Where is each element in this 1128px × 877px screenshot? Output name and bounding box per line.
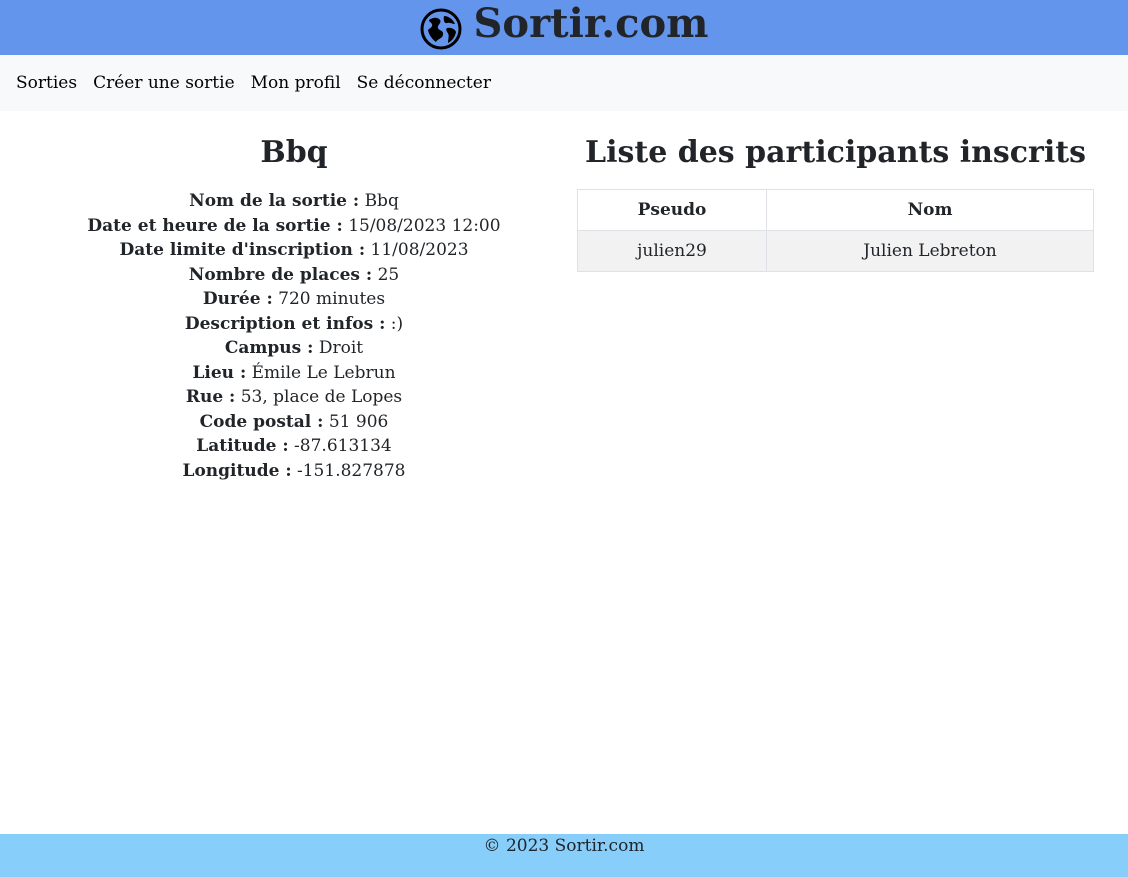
detail-value: -87.613134 bbox=[294, 436, 392, 456]
detail-value: :) bbox=[390, 313, 404, 334]
participants-table: Pseudo Nom julien29 Julien Lebreton bbox=[577, 189, 1094, 272]
detail-campus: Campus : Droit bbox=[24, 336, 564, 361]
detail-description: Description et infos : :) bbox=[24, 312, 564, 337]
footer-copyright: © 2023 Sortir.com bbox=[483, 836, 645, 856]
detail-label: Latitude : bbox=[196, 436, 289, 456]
detail-place: Lieu : Émile Le Lebrun bbox=[24, 361, 564, 386]
detail-postal-code: Code postal : 51 906 bbox=[24, 410, 564, 435]
detail-places-count: Nombre de places : 25 bbox=[24, 263, 564, 288]
detail-value: 51 906 bbox=[328, 411, 389, 432]
detail-value: 11/08/2023 bbox=[370, 240, 469, 260]
nav-sorties-link[interactable]: Sorties bbox=[8, 73, 85, 93]
detail-registration-deadline: Date limite d'inscription : 11/08/2023 bbox=[24, 238, 564, 263]
detail-longitude: Longitude : -151.827878 bbox=[24, 459, 564, 484]
detail-label: Campus : bbox=[224, 338, 314, 358]
brand-title: Sortir.com bbox=[473, 0, 709, 47]
detail-outing-name: Nom de la sortie : Bbq bbox=[24, 189, 564, 214]
detail-outing-datetime: Date et heure de la sortie : 15/08/2023 … bbox=[24, 214, 564, 239]
site-header: Sortir.com bbox=[0, 0, 1128, 55]
table-row: julien29 Julien Lebreton bbox=[577, 230, 1094, 272]
detail-value: 720 minutes bbox=[278, 289, 386, 309]
main-nav: Sorties Créer une sortie Mon profil Se d… bbox=[0, 55, 1128, 111]
detail-label: Longitude : bbox=[182, 460, 292, 481]
table-header-row: Pseudo Nom bbox=[577, 189, 1094, 231]
outing-details: Bbq Nom de la sortie : Bbq Date et heure… bbox=[24, 130, 564, 483]
nav-create-outing-link[interactable]: Créer une sortie bbox=[85, 73, 243, 93]
detail-value: Émile Le Lebrun bbox=[251, 362, 396, 383]
brand[interactable]: Sortir.com bbox=[420, 0, 709, 50]
detail-street: Rue : 53, place de Lopes bbox=[24, 385, 564, 410]
detail-value: 53, place de Lopes bbox=[240, 387, 403, 407]
detail-latitude: Latitude : -87.613134 bbox=[24, 434, 564, 459]
detail-value: 25 bbox=[377, 264, 400, 285]
detail-value: Bbq bbox=[364, 191, 399, 211]
detail-value: 15/08/2023 12:00 bbox=[348, 215, 501, 236]
detail-duration: Durée : 720 minutes bbox=[24, 287, 564, 312]
outing-title: Bbq bbox=[260, 135, 328, 170]
column-header-pseudo: Pseudo bbox=[577, 189, 767, 231]
detail-label: Date et heure de la sortie : bbox=[87, 215, 343, 236]
detail-label: Description et infos : bbox=[184, 313, 386, 334]
nav-my-profile-link[interactable]: Mon profil bbox=[243, 73, 349, 93]
detail-label: Rue : bbox=[185, 387, 236, 407]
detail-label: Nom de la sortie : bbox=[189, 191, 360, 211]
participant-pseudo-cell: julien29 bbox=[577, 230, 767, 272]
participant-name-cell: Julien Lebreton bbox=[766, 230, 1094, 272]
globe-icon bbox=[420, 8, 461, 49]
detail-label: Durée : bbox=[202, 289, 273, 309]
nav-logout-link[interactable]: Se déconnecter bbox=[349, 73, 499, 93]
participants-title: Liste des participants inscrits bbox=[584, 135, 1087, 170]
detail-label: Nombre de places : bbox=[188, 264, 373, 285]
detail-value: Droit bbox=[318, 338, 364, 358]
detail-value: -151.827878 bbox=[297, 460, 406, 481]
detail-label: Date limite d'inscription : bbox=[119, 240, 366, 260]
detail-label: Lieu : bbox=[192, 362, 247, 383]
detail-label: Code postal : bbox=[199, 411, 324, 432]
site-footer: © 2023 Sortir.com bbox=[0, 834, 1128, 877]
participants-section: Liste des participants inscrits Pseudo N… bbox=[577, 130, 1094, 272]
column-header-nom: Nom bbox=[766, 189, 1094, 231]
